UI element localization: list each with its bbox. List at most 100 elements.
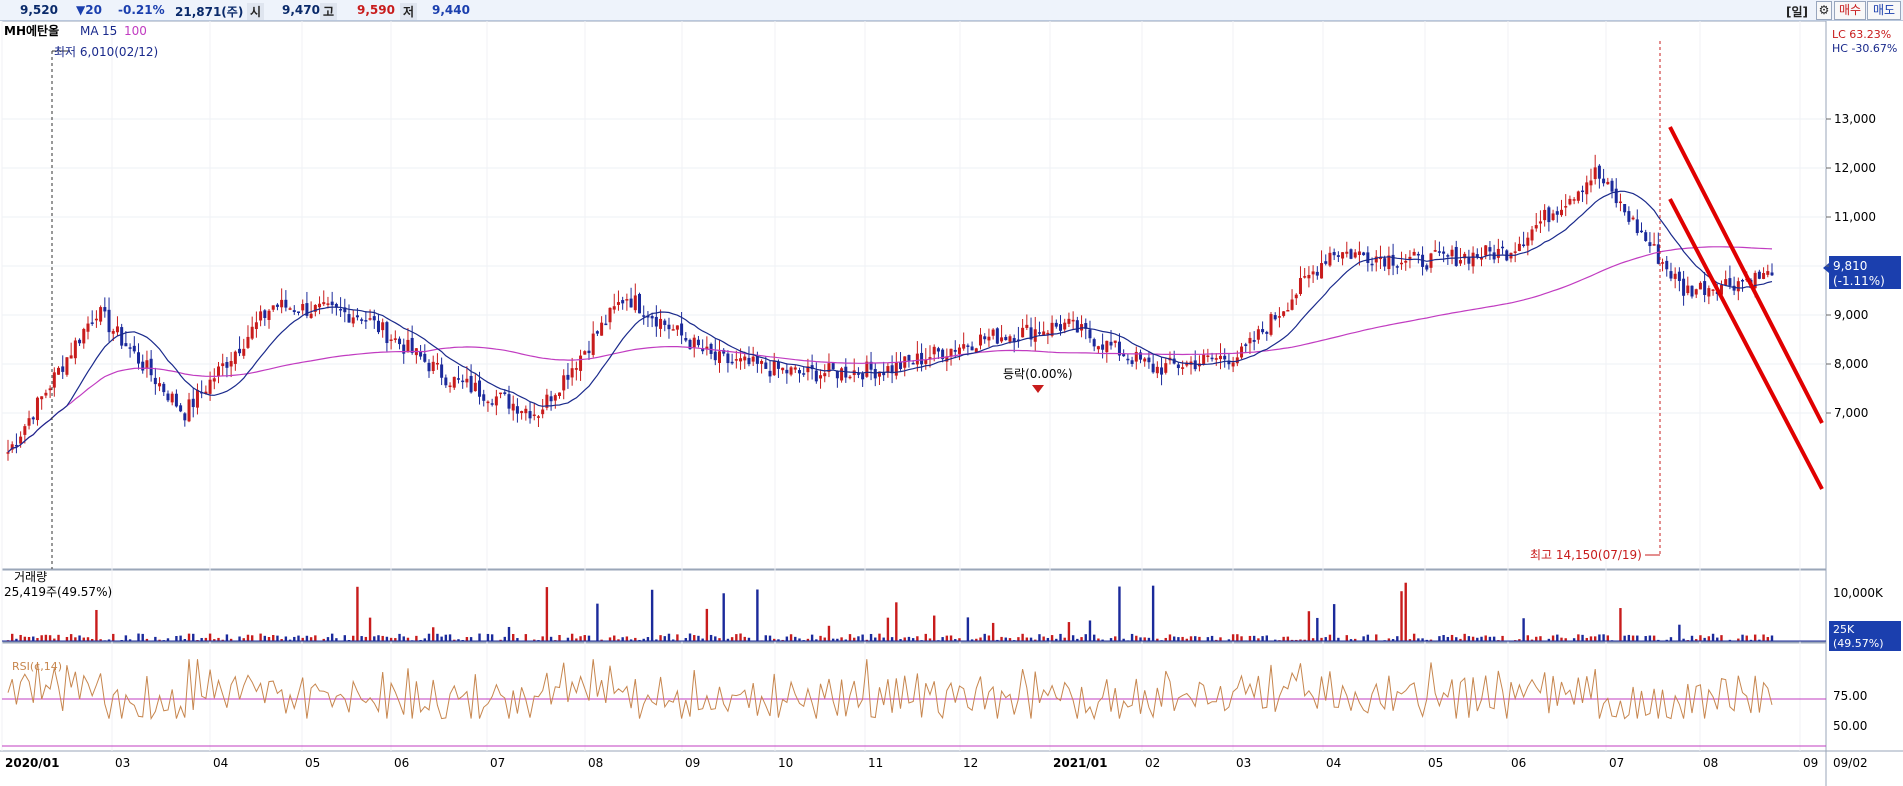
gear-icon[interactable]: ⚙ [1816,1,1832,20]
candle-body [1395,266,1399,268]
candle-body [625,299,629,301]
volume-bar [1324,637,1327,641]
volume-bar [1004,637,1007,641]
candle-body [347,314,351,323]
price-chart[interactable]: 13,00012,00011,00010,0009,0008,0007,0002… [0,21,1903,786]
candle-body [145,360,149,369]
volume-bar [1236,634,1239,641]
candle-body [1063,322,1067,330]
candle-body [212,378,216,382]
candle-body [566,374,570,380]
candle-body [1282,311,1286,316]
candle-body [499,392,503,395]
volume-bar [330,633,334,641]
low-label: 저 [400,3,418,20]
candle-body [1534,225,1538,229]
sell-button[interactable]: 매도 [1867,1,1901,20]
candle-body [280,299,284,308]
volume-last-value: 25K [1833,623,1855,636]
month-tick-label: 06 [1511,756,1526,770]
volume-bar [1631,635,1635,641]
volume-bar [941,637,944,641]
candle-body [730,361,734,364]
volume-bar [1442,635,1445,641]
candle-body [1206,355,1210,357]
volume-bar [1455,637,1458,641]
candle-body [1054,322,1058,327]
candle-body [1155,366,1159,374]
price-panel-frame [1,21,1827,570]
rsi-panel [2,659,1826,747]
candle-body [124,343,128,347]
volume-bar [402,636,405,641]
volume-bar [743,636,746,641]
candle-body [831,363,835,370]
candle-body [402,344,406,354]
candle-body [1143,358,1147,362]
candle-body [1336,255,1340,257]
volume-bar [1316,617,1319,641]
candle-body [246,336,250,348]
candle-body [1037,332,1041,334]
period-button[interactable]: [일] [1786,3,1808,20]
candle-body [1471,252,1475,267]
price-change-pct: -0.21% [118,3,165,17]
candle-body [696,339,700,346]
volume-bar [478,633,481,641]
volume-bar [1396,636,1399,641]
candle-body [1581,190,1585,193]
buy-button[interactable]: 매수 [1834,1,1866,20]
candle-body [1551,213,1555,220]
candle-body [233,351,237,364]
candle-body [1661,262,1665,264]
volume-bar [659,635,662,641]
candle-body [1623,204,1627,213]
candle-body [1707,288,1711,297]
volume-bar [23,636,27,641]
open-price: 9,470 [282,3,320,17]
candle-body [511,403,515,411]
candle-body [1673,273,1677,279]
volume-bar [878,633,881,641]
candle-body [1698,282,1702,290]
candle-body [1572,199,1576,201]
volume-bar [785,636,789,641]
month-tick-label: 11 [868,756,883,770]
volume-bar [1648,635,1652,641]
candle-body [835,370,839,379]
candle-body [259,311,263,321]
volume-bar [583,635,586,641]
candle-body [6,452,10,454]
candle-body [1724,279,1728,286]
candle-body [40,396,44,400]
candle-body [1059,324,1063,331]
candle-body [448,385,452,388]
candle-body [553,395,557,401]
candle-body [574,368,578,370]
candle-body [435,362,439,365]
volume-bar [869,633,873,641]
candle-body [524,408,528,414]
volume-bar [541,636,544,641]
candle-body [987,336,991,341]
volume-bar [1539,636,1542,641]
volume-bar [1375,634,1378,641]
candle-body [1151,363,1155,373]
volume-bar [352,635,355,641]
volume-bar [1071,635,1075,641]
volume-bar [1088,620,1092,641]
candle-body [532,414,536,417]
volume-bar [861,634,864,641]
volume-bar [225,634,229,641]
candle-body [1176,364,1180,369]
candle-body [1648,242,1652,247]
candle-body [1446,255,1450,257]
volume-bar [882,637,885,641]
volume-bar [1606,635,1610,641]
volume-bar [903,637,906,641]
candle-body [591,333,595,355]
high-label: 고 [320,3,338,20]
volume-bar [1328,634,1332,641]
candle-body [1345,251,1349,254]
volume-bar [886,617,890,641]
